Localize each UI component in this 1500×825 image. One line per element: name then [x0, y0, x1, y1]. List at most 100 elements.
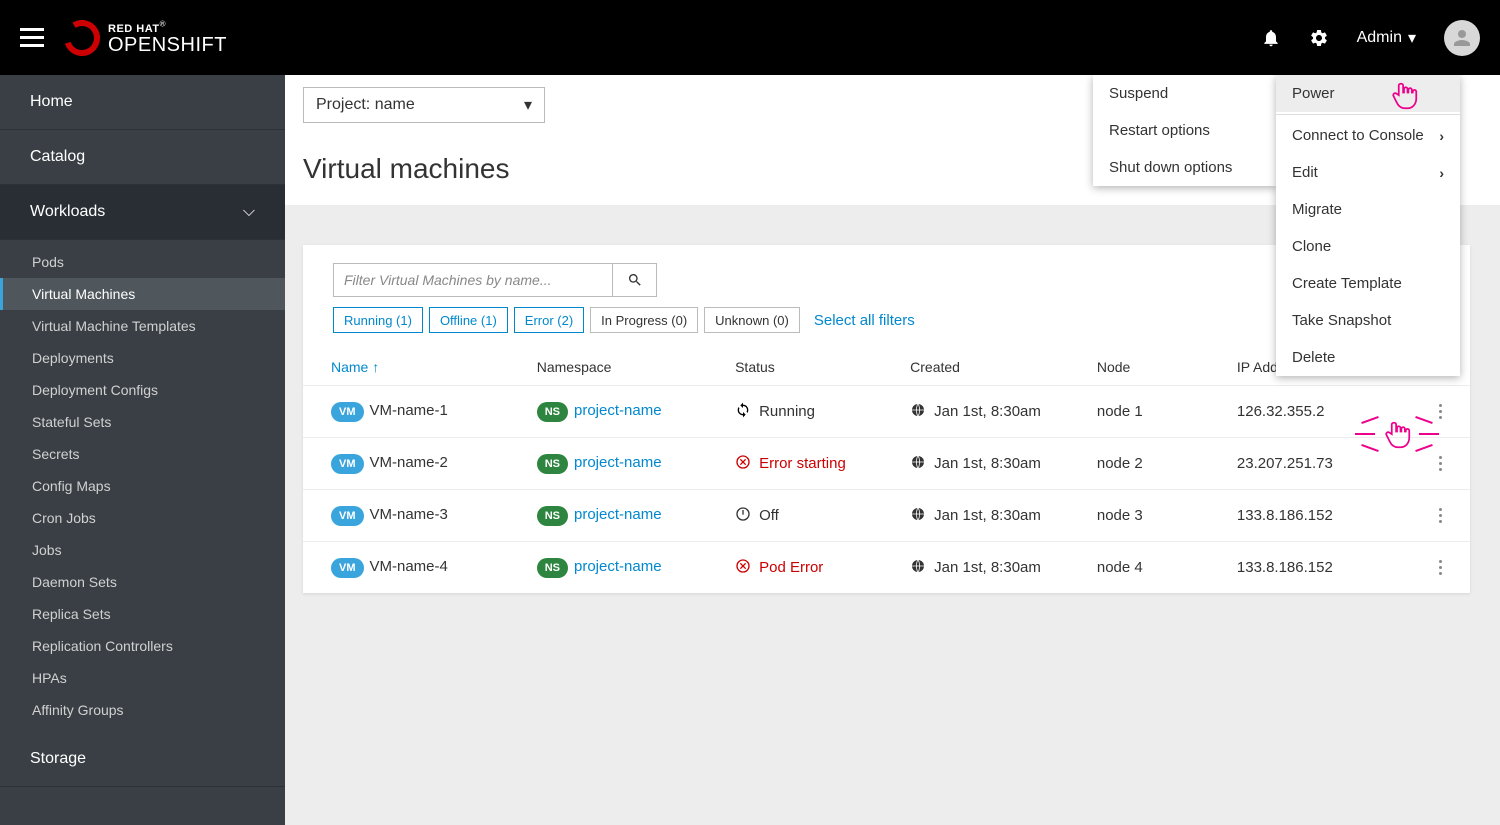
- ns-badge: NS: [537, 402, 568, 422]
- table-row: VMVM-name-4NSproject-namePod ErrorJan 1s…: [303, 542, 1470, 594]
- vm-badge: VM: [331, 454, 364, 474]
- status-text[interactable]: Error starting: [759, 455, 846, 472]
- search-button[interactable]: [613, 263, 657, 297]
- sidebar-item-virtual-machines[interactable]: Virtual Machines: [0, 278, 285, 310]
- topbar: RED HAT® OPENSHIFT Admin ▾: [0, 0, 1500, 75]
- table-row: VMVM-name-3NSproject-nameOffJan 1st, 8:3…: [303, 490, 1470, 542]
- status-icon: [735, 454, 751, 474]
- namespace-link[interactable]: project-name: [574, 402, 662, 419]
- col-header[interactable]: Node: [1085, 349, 1225, 386]
- product-logo[interactable]: RED HAT® OPENSHIFT: [64, 20, 227, 56]
- context-menu-item[interactable]: Edit›: [1276, 154, 1460, 191]
- globe-icon: [910, 506, 926, 526]
- openshift-icon: [64, 20, 100, 56]
- node-name: node 4: [1085, 542, 1225, 594]
- sidebar-workload-items: PodsVirtual MachinesVirtual Machine Temp…: [0, 240, 285, 732]
- sidebar-item-hpas[interactable]: HPAs: [0, 662, 285, 694]
- namespace-link[interactable]: project-name: [574, 558, 662, 575]
- node-name: node 1: [1085, 386, 1225, 438]
- sidebar-item-affinity-groups[interactable]: Affinity Groups: [0, 694, 285, 726]
- hamburger-menu-icon[interactable]: [20, 28, 44, 47]
- row-kebab-menu[interactable]: [1424, 452, 1458, 475]
- avatar[interactable]: [1444, 20, 1480, 56]
- row-kebab-menu[interactable]: [1424, 556, 1458, 579]
- brand-line2: OPENSHIFT: [108, 35, 227, 55]
- vm-table: Name ↑NamespaceStatusCreatedNodeIP Addre…: [303, 349, 1470, 593]
- ns-badge: NS: [537, 558, 568, 578]
- filter-chip[interactable]: Unknown (0): [704, 307, 800, 333]
- namespace-link[interactable]: project-name: [574, 506, 662, 523]
- sidebar-item-deployment-configs[interactable]: Deployment Configs: [0, 374, 285, 406]
- sidebar-item-secrets[interactable]: Secrets: [0, 438, 285, 470]
- col-header[interactable]: Name ↑: [303, 349, 525, 386]
- gear-icon[interactable]: [1309, 28, 1329, 48]
- admin-dropdown[interactable]: Admin ▾: [1357, 28, 1416, 48]
- sidebar-item-deployments[interactable]: Deployments: [0, 342, 285, 374]
- user-icon: [1450, 26, 1474, 50]
- select-all-filters[interactable]: Select all filters: [814, 312, 915, 329]
- sidebar-item-replication-controllers[interactable]: Replication Controllers: [0, 630, 285, 662]
- chevron-down-icon: ⌵: [243, 203, 255, 221]
- filter-chip[interactable]: Error (2): [514, 307, 584, 333]
- vm-name[interactable]: VM-name-1: [370, 402, 448, 419]
- submenu-item[interactable]: Shut down options: [1093, 149, 1277, 186]
- filter-input[interactable]: [333, 263, 613, 297]
- vm-badge: VM: [331, 402, 364, 422]
- node-name: node 2: [1085, 438, 1225, 490]
- bell-icon[interactable]: [1261, 28, 1281, 48]
- context-menu-item[interactable]: Connect to Console›: [1276, 117, 1460, 154]
- col-header[interactable]: Namespace: [525, 349, 723, 386]
- context-menu-item[interactable]: Delete: [1276, 339, 1460, 376]
- sidebar-item-stateful-sets[interactable]: Stateful Sets: [0, 406, 285, 438]
- vm-name[interactable]: VM-name-2: [370, 454, 448, 471]
- row-kebab-menu[interactable]: [1424, 504, 1458, 527]
- ip-address: 126.32.355.2: [1225, 386, 1412, 438]
- sidebar-item-pods[interactable]: Pods: [0, 246, 285, 278]
- sidebar-catalog[interactable]: Catalog: [0, 130, 285, 185]
- filter-chip[interactable]: In Progress (0): [590, 307, 698, 333]
- sidebar-item-cron-jobs[interactable]: Cron Jobs: [0, 502, 285, 534]
- node-name: node 3: [1085, 490, 1225, 542]
- project-selector[interactable]: Project: name ▾: [303, 87, 545, 123]
- status-text: Running: [759, 403, 815, 420]
- namespace-link[interactable]: project-name: [574, 454, 662, 471]
- sidebar-item-daemon-sets[interactable]: Daemon Sets: [0, 566, 285, 598]
- created-time: Jan 1st, 8:30am: [934, 559, 1041, 576]
- sidebar-item-virtual-machine-templates[interactable]: Virtual Machine Templates: [0, 310, 285, 342]
- ns-badge: NS: [537, 506, 568, 526]
- ip-address: 23.207.251.73: [1225, 438, 1412, 490]
- ns-badge: NS: [537, 454, 568, 474]
- table-row: VMVM-name-1NSproject-nameRunningJan 1st,…: [303, 386, 1470, 438]
- context-menu-item[interactable]: Take Snapshot: [1276, 302, 1460, 339]
- col-header[interactable]: Created: [898, 349, 1085, 386]
- sidebar-item-config-maps[interactable]: Config Maps: [0, 470, 285, 502]
- chevron-right-icon: ›: [1439, 165, 1444, 181]
- context-menu-item[interactable]: Clone: [1276, 228, 1460, 265]
- col-header[interactable]: Status: [723, 349, 898, 386]
- submenu-item[interactable]: Restart options: [1093, 112, 1277, 149]
- row-kebab-menu[interactable]: [1424, 400, 1458, 423]
- search-icon: [627, 272, 643, 288]
- context-menu-item[interactable]: Create Template: [1276, 265, 1460, 302]
- globe-icon: [910, 558, 926, 578]
- created-time: Jan 1st, 8:30am: [934, 507, 1041, 524]
- vm-name[interactable]: VM-name-3: [370, 506, 448, 523]
- status-icon: [735, 558, 751, 578]
- admin-label: Admin: [1357, 29, 1402, 47]
- context-menu-item[interactable]: Power: [1276, 75, 1460, 112]
- context-menu-item[interactable]: Migrate: [1276, 191, 1460, 228]
- globe-icon: [910, 402, 926, 422]
- filter-chip[interactable]: Running (1): [333, 307, 423, 333]
- sidebar-home[interactable]: Home: [0, 75, 285, 130]
- sidebar-item-jobs[interactable]: Jobs: [0, 534, 285, 566]
- sidebar-storage[interactable]: Storage: [0, 732, 285, 787]
- sidebar-workloads[interactable]: Workloads ⌵: [0, 185, 285, 240]
- submenu-item[interactable]: Suspend: [1093, 75, 1277, 112]
- sidebar-item-replica-sets[interactable]: Replica Sets: [0, 598, 285, 630]
- status-text[interactable]: Pod Error: [759, 559, 823, 576]
- globe-icon: [910, 454, 926, 474]
- sort-asc-icon: ↑: [372, 359, 379, 375]
- vm-name[interactable]: VM-name-4: [370, 558, 448, 575]
- sidebar: Home Catalog Workloads ⌵ PodsVirtual Mac…: [0, 75, 285, 825]
- filter-chip[interactable]: Offline (1): [429, 307, 508, 333]
